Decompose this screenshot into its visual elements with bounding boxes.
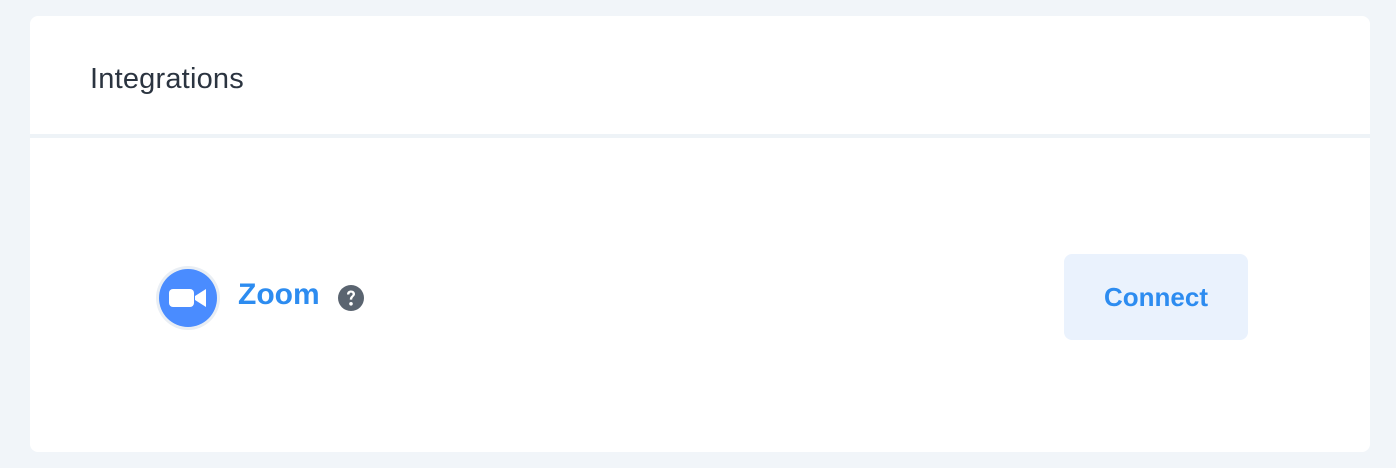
integration-row-zoom: Zoom Connect (156, 254, 1248, 340)
video-camera-glyph (169, 289, 206, 307)
card-title: Integrations (90, 62, 244, 95)
card-header: Integrations (30, 16, 1370, 138)
integration-name-link[interactable]: Zoom (238, 278, 320, 312)
question-circle-icon[interactable] (337, 284, 365, 312)
connect-button[interactable]: Connect (1064, 254, 1248, 340)
zoom-logo (156, 266, 220, 330)
integrations-card: Integrations Zoom Connect (30, 16, 1370, 452)
question-circle-glyph (338, 285, 364, 311)
video-camera-icon (159, 269, 217, 327)
